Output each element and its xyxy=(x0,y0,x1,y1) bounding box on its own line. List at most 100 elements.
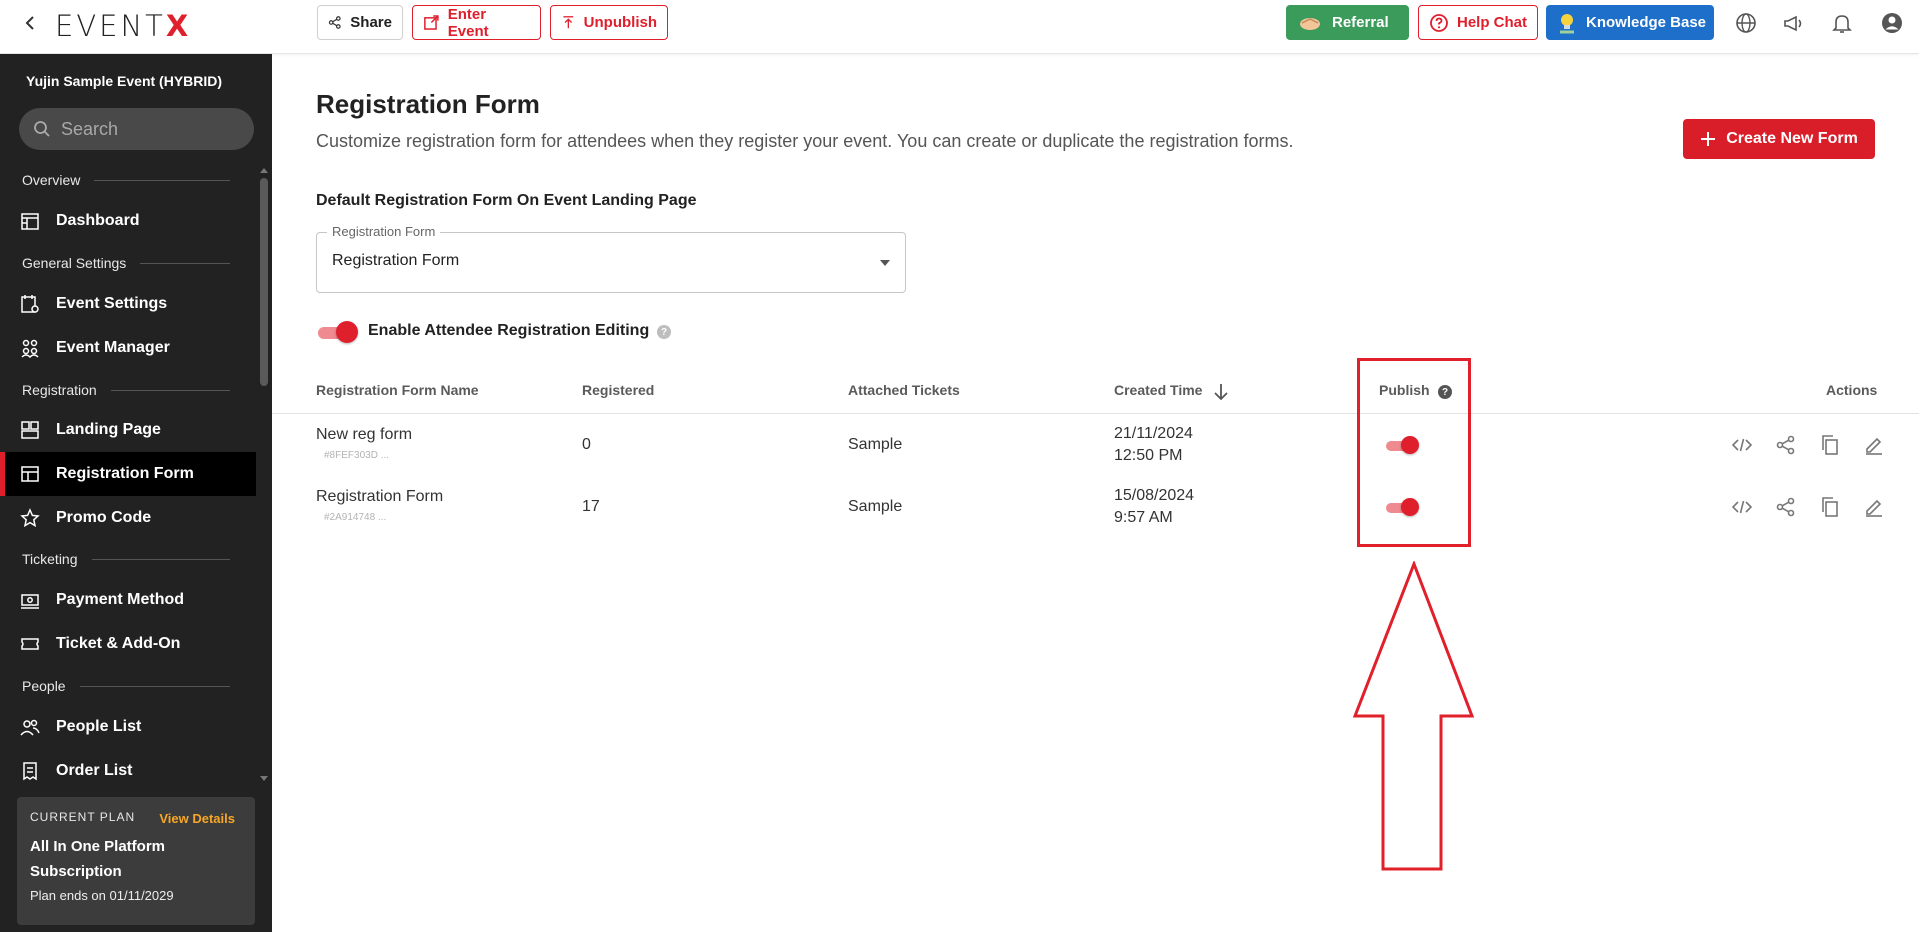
section-people-label: People xyxy=(22,678,66,694)
sidebar-item-label: Order List xyxy=(56,762,133,779)
account-icon[interactable] xyxy=(1880,11,1904,35)
help-chat-button[interactable]: Help Chat xyxy=(1418,5,1538,40)
search-placeholder: Search xyxy=(61,118,119,139)
event-title: Yujin Sample Event (HYBRID) xyxy=(26,73,223,89)
column-header-tickets: Attached Tickets xyxy=(848,382,960,398)
sidebar-item-order-list[interactable]: Order List xyxy=(0,749,256,793)
sidebar-item-ticket-addon[interactable]: Ticket & Add-On xyxy=(0,622,256,666)
created-time: 9:57 AM xyxy=(1114,509,1173,526)
sidebar-item-label: Event Manager xyxy=(56,339,170,356)
upload-icon xyxy=(563,16,574,29)
help-chat-label: Help Chat xyxy=(1457,14,1528,31)
form-name[interactable]: Registration Form xyxy=(316,488,443,506)
plan-name: All In One Platform Subscription xyxy=(30,838,166,880)
layout-icon xyxy=(21,421,39,439)
sort-descending-icon[interactable] xyxy=(1212,382,1230,402)
scroll-down-arrow[interactable] xyxy=(260,776,268,781)
calendar-grid-icon xyxy=(21,213,39,230)
unpublish-button[interactable]: Unpublish xyxy=(550,5,668,40)
section-overview-label: Overview xyxy=(22,172,81,188)
help-question-icon[interactable]: ? xyxy=(657,325,671,339)
table-header-divider xyxy=(272,413,1919,414)
section-registration: Registration xyxy=(22,382,230,398)
select-value: Registration Form xyxy=(332,252,460,269)
registered-count: 0 xyxy=(582,436,591,453)
sidebar-item-label: Promo Code xyxy=(56,509,152,526)
users-group-icon xyxy=(21,339,39,358)
scroll-thumb[interactable] xyxy=(260,178,268,386)
section-general-settings: General Settings xyxy=(22,255,230,271)
sidebar-item-event-manager[interactable]: Event Manager xyxy=(0,326,256,370)
sidebar-item-label: People List xyxy=(56,718,142,735)
sidebar-item-payment-method[interactable]: Payment Method xyxy=(0,578,256,622)
section-registration-label: Registration xyxy=(22,382,97,398)
sidebar-item-label: Event Settings xyxy=(56,295,168,312)
receipt-icon xyxy=(23,762,37,781)
lightbulb-icon xyxy=(1560,13,1574,33)
section-ticketing: Ticketing xyxy=(22,551,230,567)
created-time: 12:50 PM xyxy=(1114,447,1183,464)
section-ticketing-label: Ticketing xyxy=(22,551,78,567)
bell-icon[interactable] xyxy=(1830,11,1854,35)
eventx-logo[interactable]: EVENTX xyxy=(55,9,191,43)
column-header-created[interactable]: Created Time xyxy=(1114,382,1202,398)
share-button[interactable]: Share xyxy=(317,5,403,40)
globe-icon[interactable] xyxy=(1734,11,1758,35)
handshake-icon xyxy=(1300,17,1320,30)
attached-tickets: Sample xyxy=(848,498,903,515)
scroll-up-arrow[interactable] xyxy=(260,168,268,173)
column-header-name: Registration Form Name xyxy=(316,382,479,398)
share-icon[interactable] xyxy=(1775,496,1797,518)
sidebar-item-landing-page[interactable]: Landing Page xyxy=(0,408,256,452)
enter-event-button[interactable]: Enter Event xyxy=(412,5,541,40)
page-description: Customize registration form for attendee… xyxy=(316,131,1294,151)
help-icon xyxy=(1430,13,1448,32)
people-icon xyxy=(20,719,40,736)
sidebar-item-event-settings[interactable]: Event Settings xyxy=(0,282,256,326)
section-people: People xyxy=(22,678,230,694)
sidebar-item-people-list[interactable]: People List xyxy=(0,705,256,749)
sidebar-item-dashboard[interactable]: Dashboard xyxy=(0,199,256,243)
select-legend: Registration Form xyxy=(327,224,441,239)
create-new-form-button[interactable]: Create New Form xyxy=(1683,119,1875,159)
section-overview: Overview xyxy=(22,172,230,188)
edit-pencil-icon[interactable] xyxy=(1863,434,1885,456)
view-details-link[interactable]: View Details xyxy=(159,811,235,826)
column-header-actions: Actions xyxy=(1826,382,1878,398)
dropdown-caret-icon xyxy=(880,260,890,266)
embed-code-icon[interactable] xyxy=(1731,496,1753,518)
star-icon xyxy=(20,508,40,528)
megaphone-icon[interactable] xyxy=(1782,11,1806,35)
enable-editing-toggle[interactable] xyxy=(316,320,358,344)
duplicate-icon[interactable] xyxy=(1819,496,1841,518)
knowledge-base-button[interactable]: Knowledge Base xyxy=(1546,5,1714,40)
enable-editing-label: Enable Attendee Registration Editing xyxy=(368,322,650,339)
edit-pencil-icon[interactable] xyxy=(1863,496,1885,518)
embed-code-icon[interactable] xyxy=(1731,434,1753,456)
toggle-knob xyxy=(336,321,358,343)
sidebar-item-label: Registration Form xyxy=(56,465,194,482)
sidebar-item-promo-code[interactable]: Promo Code xyxy=(0,496,256,540)
default-form-label: Default Registration Form On Event Landi… xyxy=(316,192,697,209)
plus-icon xyxy=(1701,132,1716,146)
table-icon xyxy=(21,466,39,482)
referral-label: Referral xyxy=(1332,14,1389,31)
ticket-icon xyxy=(21,638,39,650)
share-icon xyxy=(328,16,341,29)
search-input[interactable]: Search xyxy=(19,108,254,150)
back-chevron-icon[interactable] xyxy=(20,13,40,33)
duplicate-icon[interactable] xyxy=(1819,434,1841,456)
default-form-select[interactable]: Registration Form Registration Form xyxy=(316,224,906,293)
sidebar-item-registration-form[interactable]: Registration Form xyxy=(0,452,256,496)
search-icon xyxy=(34,121,50,137)
sidebar-item-label: Payment Method xyxy=(56,591,185,608)
annotation-up-arrow-icon xyxy=(1352,561,1475,871)
external-link-icon xyxy=(424,15,439,30)
attached-tickets: Sample xyxy=(848,436,903,453)
referral-button[interactable]: Referral xyxy=(1286,5,1409,40)
share-icon[interactable] xyxy=(1775,434,1797,456)
form-name[interactable]: New reg form xyxy=(316,426,412,444)
column-header-registered: Registered xyxy=(582,382,655,398)
create-new-form-label: Create New Form xyxy=(1726,130,1858,147)
created-date: 21/11/2024 xyxy=(1114,425,1193,442)
